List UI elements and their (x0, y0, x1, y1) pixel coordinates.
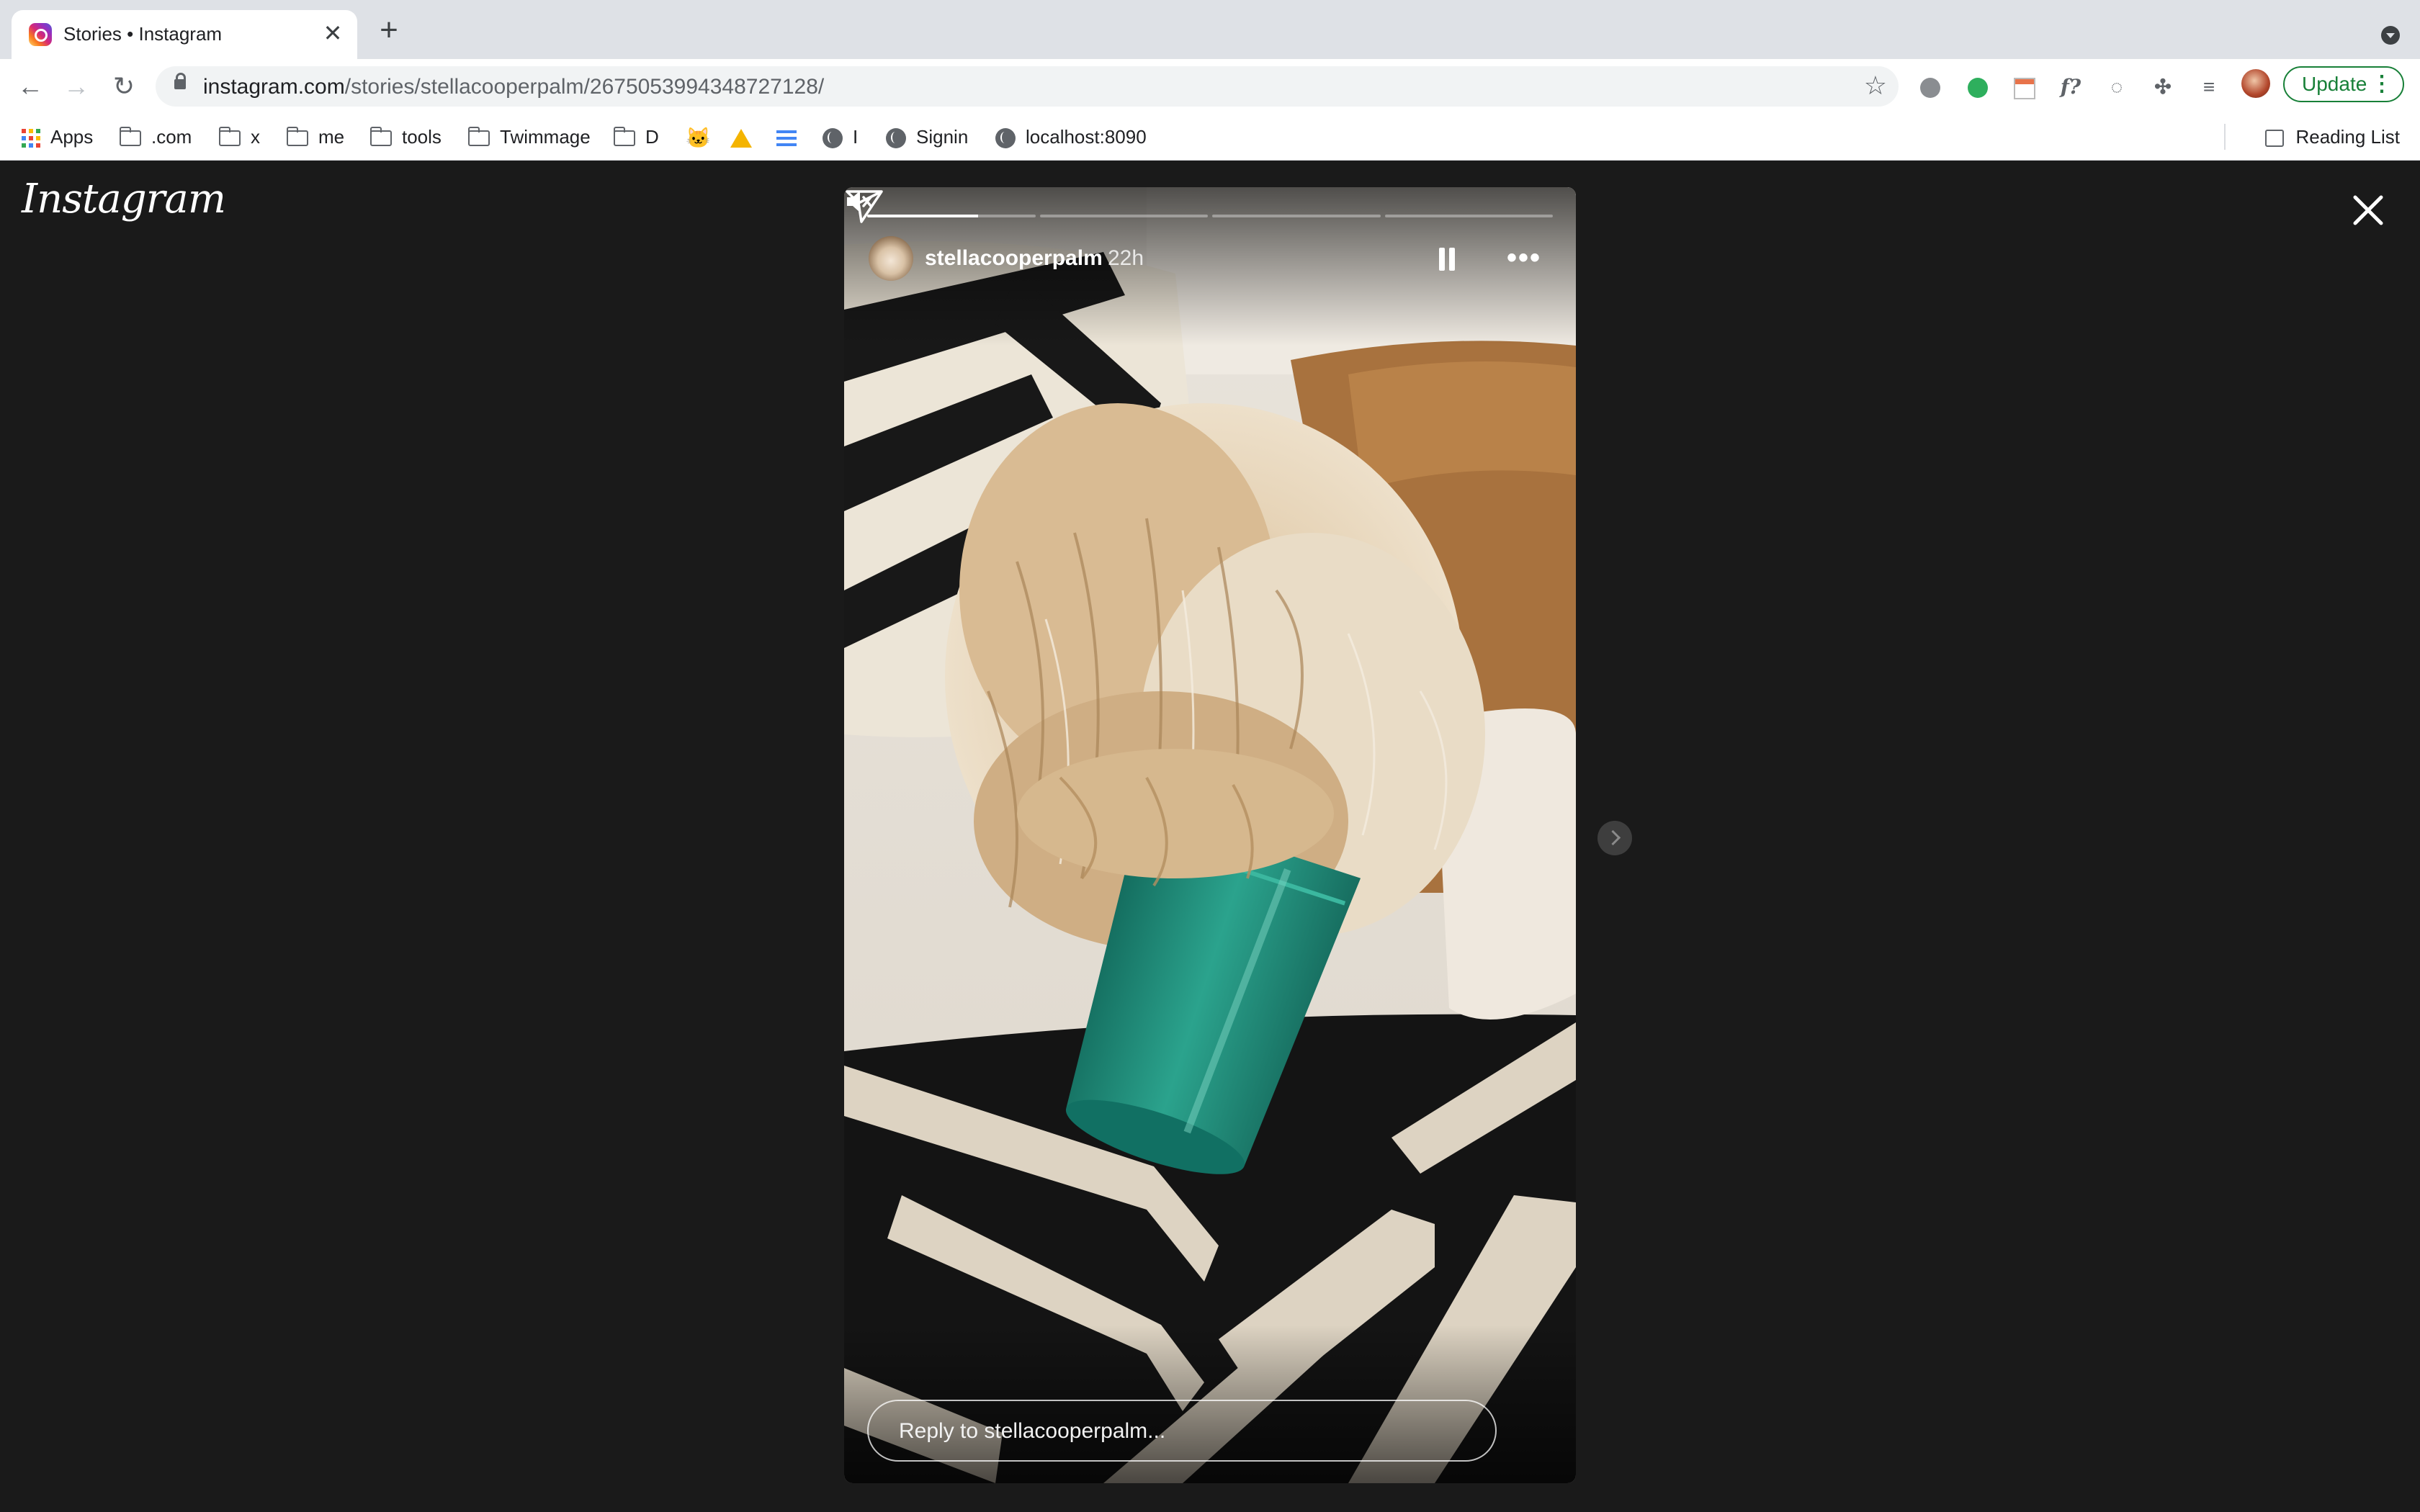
globe-icon (886, 128, 906, 149)
progress-segment (1039, 215, 1208, 217)
folder-icon (614, 127, 635, 147)
forward-arrow-icon[interactable]: → (59, 69, 94, 104)
story-author-avatar[interactable] (869, 236, 913, 281)
instagram-logo[interactable]: Instagram (22, 176, 226, 222)
folder-icon (219, 127, 241, 147)
extension-function-icon[interactable]: f? (2058, 75, 2083, 99)
cat-icon: 🐱 (686, 127, 711, 150)
close-icon[interactable] (2347, 189, 2390, 232)
story-photo (844, 187, 1576, 1483)
send-direct-icon[interactable] (844, 187, 884, 225)
tab-strip: Stories • Instagram ✕ + (0, 0, 2420, 59)
tab-close-icon[interactable]: ✕ (320, 20, 346, 46)
bookmark-folder-d[interactable]: D (614, 124, 659, 150)
extension-calendar-icon[interactable] (2014, 78, 2035, 99)
reply-input[interactable] (897, 1418, 1462, 1444)
update-button[interactable]: Update ⋮ (2283, 66, 2404, 102)
bookmark-folder-twimmage[interactable]: Twimmage (468, 124, 591, 150)
bookmark-drive[interactable] (730, 124, 762, 150)
folder-icon (370, 127, 392, 147)
extension-gear-icon[interactable] (1920, 78, 1940, 98)
flow-icon (776, 130, 797, 147)
story-progress-bar (867, 215, 1553, 217)
bookmark-star-icon[interactable]: ☆ (1864, 71, 1887, 101)
bookmark-flow[interactable] (776, 124, 807, 150)
extension-code-icon[interactable]: ◌ (2105, 75, 2129, 99)
bookmark-folder-x[interactable]: x (219, 124, 260, 150)
reading-list-icon (2265, 130, 2285, 148)
new-tab-button[interactable]: + (373, 14, 405, 46)
extensions-puzzle-icon[interactable]: ✣ (2151, 75, 2175, 99)
bookmark-cat[interactable]: 🐱 (686, 124, 721, 150)
bookmark-i[interactable]: I (823, 124, 858, 150)
bookmarks-bar: Apps .com x me tools Twimmage D 🐱 I Sign… (0, 114, 2420, 161)
bookmark-apps[interactable]: Apps (22, 124, 93, 150)
progress-segment (1212, 215, 1381, 217)
tab-search-icon[interactable] (2381, 26, 2400, 45)
media-queue-icon[interactable]: ≡ (2197, 75, 2221, 99)
globe-icon (823, 128, 843, 149)
lock-icon (174, 73, 186, 89)
story-username[interactable]: stellacooperpalm (925, 246, 1103, 271)
bookmark-signin[interactable]: Signin (886, 124, 968, 150)
story-timestamp: 22h (1108, 246, 1144, 270)
folder-icon (468, 127, 490, 147)
kebab-menu-icon[interactable]: ⋮ (2371, 68, 2393, 101)
instagram-favicon-icon (29, 23, 52, 46)
browser-toolbar: ← → ↻ instagram.com/stories/stellacooper… (0, 59, 2420, 114)
more-options-icon[interactable]: ••• (1507, 242, 1541, 274)
reply-field[interactable] (867, 1400, 1497, 1462)
back-arrow-icon[interactable]: ← (13, 69, 48, 104)
url-text: instagram.com/stories/stellacooperpalm/2… (203, 75, 825, 99)
bookmarks-divider (2224, 124, 2226, 150)
bookmark-folder-me[interactable]: me (287, 124, 344, 150)
google-drive-icon (730, 129, 752, 148)
bookmark-folder-com[interactable]: .com (120, 124, 192, 150)
profile-avatar[interactable] (2241, 69, 2270, 98)
folder-icon (120, 127, 141, 147)
bookmark-folder-tools[interactable]: tools (370, 124, 442, 150)
folder-icon (287, 127, 308, 147)
extension-green-dot-icon[interactable] (1968, 78, 1988, 98)
globe-icon (995, 128, 1016, 149)
apps-grid-icon (22, 129, 40, 148)
browser-tab[interactable]: Stories • Instagram ✕ (12, 10, 357, 59)
bookmark-localhost[interactable]: localhost:8090 (995, 124, 1147, 150)
story-viewer[interactable]: stellacooperpalm 22h ••• (844, 187, 1576, 1483)
reload-icon[interactable]: ↻ (107, 69, 141, 104)
progress-segment (867, 215, 1036, 217)
address-bar[interactable]: instagram.com/stories/stellacooperpalm/2… (156, 66, 1899, 107)
next-story-chevron-icon[interactable] (1597, 821, 1632, 855)
tab-title: Stories • Instagram (63, 23, 223, 45)
reading-list-button[interactable]: Reading List (2265, 124, 2400, 150)
pause-icon[interactable] (1438, 248, 1456, 271)
progress-segment (1384, 215, 1553, 217)
